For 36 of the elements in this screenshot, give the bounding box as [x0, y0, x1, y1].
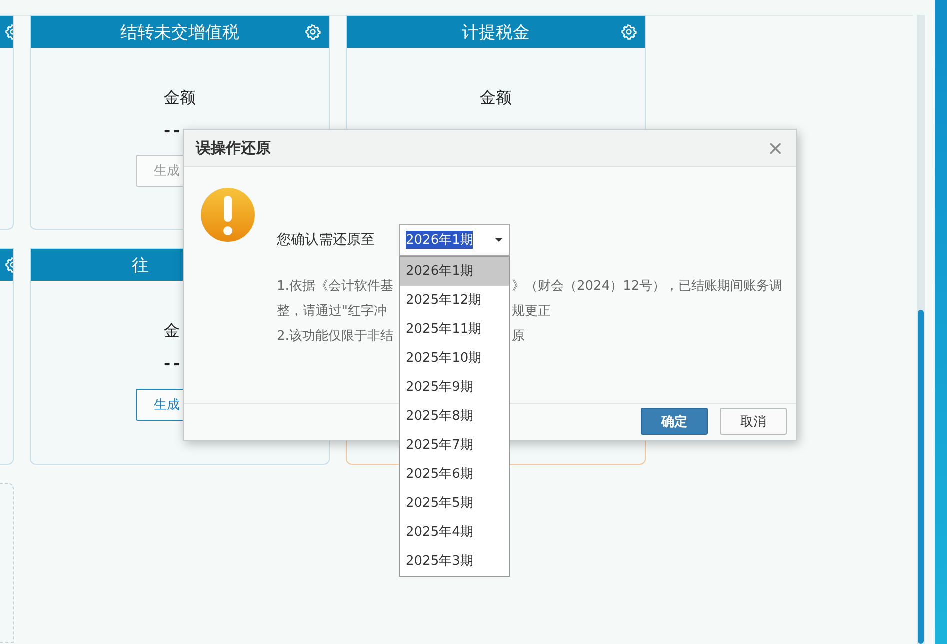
period-dropdown[interactable]: 2026年1期	[399, 224, 510, 256]
dropdown-option[interactable]: 2025年5期	[400, 489, 509, 518]
card-title: 计提税金	[462, 22, 530, 44]
prompt-text: 您确认需还原至	[277, 231, 376, 249]
scrollbar[interactable]	[917, 15, 925, 644]
dropdown-option[interactable]: 2025年8期	[400, 402, 509, 431]
card-title: 结转未交增值税	[120, 22, 240, 44]
card-title: 往	[132, 254, 149, 276]
dropdown-option[interactable]: 2025年12期	[400, 286, 509, 315]
note-text: 规更正	[512, 303, 552, 321]
amount-value: --	[164, 354, 184, 373]
note-text: 整，请通过"红字冲	[277, 303, 388, 321]
amount-label: 金额	[164, 88, 196, 109]
dropdown-option[interactable]: 2025年3期	[400, 547, 509, 576]
dropdown-option[interactable]: 2025年6期	[400, 460, 509, 489]
dropdown-option[interactable]: 2025年4期	[400, 518, 509, 547]
amount-label: 金额	[480, 88, 512, 109]
scrollbar-thumb[interactable]	[918, 310, 924, 644]
settings-icon[interactable]	[305, 24, 321, 40]
amount-label: 金	[164, 321, 180, 342]
dropdown-option[interactable]: 2025年9期	[400, 373, 509, 402]
note-text: 》（财会（2024）12号），已结账期间账务调	[512, 278, 783, 296]
caret-icon	[495, 238, 503, 242]
warning-icon	[200, 187, 256, 243]
dropdown-option[interactable]: 2025年10期	[400, 344, 509, 373]
dialog-title: 误操作还原	[196, 138, 271, 158]
confirm-button[interactable]: 确定	[641, 408, 708, 435]
cancel-button[interactable]: 取消	[720, 408, 787, 435]
note-text: 1.依据《会计软件基	[277, 278, 394, 296]
dropdown-option[interactable]: 2025年7期	[400, 431, 509, 460]
dropdown-option[interactable]: 2025年11期	[400, 315, 509, 344]
settings-icon[interactable]	[621, 24, 637, 40]
amount-value: --	[164, 121, 184, 140]
note-text: 原	[512, 328, 526, 346]
note-text: 2.该功能仅限于非结	[277, 328, 394, 346]
dropdown-option[interactable]: 2026年1期	[400, 257, 509, 286]
